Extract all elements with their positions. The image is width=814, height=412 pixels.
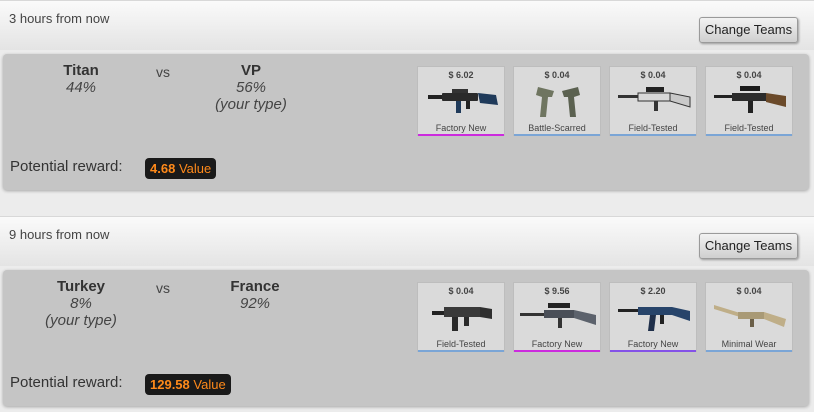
team-percent: 44% — [65, 79, 97, 96]
match-time: 9 hours from now — [9, 227, 110, 242]
reward-value: 4.68 — [150, 161, 176, 176]
item-price: $ 6.02 — [448, 70, 474, 80]
vs-label: vs — [156, 64, 170, 80]
item-price: $ 2.20 — [640, 286, 666, 296]
shotgun-icon — [714, 305, 786, 327]
rarity-bar — [610, 350, 696, 352]
team-right[interactable]: France 92% — [195, 278, 315, 312]
smg-ump-icon — [432, 307, 492, 331]
team-note: (your type) — [215, 96, 287, 113]
rarity-bar — [418, 134, 504, 136]
reward-unit: Value — [193, 377, 226, 392]
item-wear: Factory New — [627, 339, 679, 349]
rarity-bar — [514, 350, 600, 352]
dual-pistols-icon — [536, 87, 580, 117]
match-block: 3 hours from now Change Teams Titan 44% … — [0, 0, 814, 190]
item-price: $ 0.04 — [736, 286, 762, 296]
team-left[interactable]: Turkey 8% (your type) — [21, 278, 141, 329]
item-price: $ 0.04 — [640, 70, 666, 80]
team-percent: 92% — [239, 295, 271, 312]
match-header: 9 hours from now Change Teams — [0, 216, 814, 266]
item-wear: Factory New — [435, 123, 487, 133]
rarity-bar — [610, 134, 696, 136]
change-teams-button[interactable]: Change Teams — [699, 233, 798, 259]
team-right[interactable]: VP 56% (your type) — [191, 62, 311, 113]
rarity-bar — [706, 134, 792, 136]
match-card: Titan 44% vs VP 56% (your type) Potentia… — [3, 54, 809, 190]
team-percent: 56% — [235, 79, 267, 96]
team-percent: 8% — [70, 295, 92, 312]
item-card[interactable]: $ 0.04 Field-Tested — [609, 66, 697, 136]
ak47-rifle-icon — [618, 307, 690, 331]
item-price: $ 9.56 — [544, 286, 570, 296]
reward-value: 129.58 — [150, 377, 190, 392]
item-price: $ 0.04 — [448, 286, 474, 296]
item-card[interactable]: $ 0.04 Field-Tested — [705, 66, 793, 136]
item-wear: Minimal Wear — [721, 339, 777, 349]
awp-sniper-icon — [520, 303, 596, 328]
team-note: (your type) — [45, 312, 117, 329]
item-card[interactable]: $ 2.20 Factory New — [609, 282, 697, 352]
auto-sniper-icon — [714, 86, 786, 113]
item-card[interactable]: $ 0.04 Field-Tested — [417, 282, 505, 352]
item-card[interactable]: $ 0.04 Minimal Wear — [705, 282, 793, 352]
item-price: $ 0.04 — [544, 70, 570, 80]
rarity-bar — [514, 134, 600, 136]
rifle-m4a1s-icon — [428, 89, 498, 113]
item-card[interactable]: $ 0.04 Battle-Scarred — [513, 66, 601, 136]
item-card[interactable]: $ 6.02 Factory New — [417, 66, 505, 136]
match-card: Turkey 8% (your type) vs France 92% Pote… — [3, 270, 809, 406]
team-name: France — [230, 278, 280, 295]
change-teams-button[interactable]: Change Teams — [699, 17, 798, 43]
item-wear: Field-Tested — [628, 123, 678, 133]
item-card[interactable]: $ 9.56 Factory New — [513, 282, 601, 352]
rarity-bar — [418, 350, 504, 352]
reward-badge: 4.68 Value — [145, 158, 217, 179]
team-name: Titan — [63, 62, 99, 79]
item-price: $ 0.04 — [736, 70, 762, 80]
reward-label: Potential reward: — [10, 374, 123, 391]
rarity-bar — [706, 350, 792, 352]
item-wear: Factory New — [531, 339, 583, 349]
vs-label: vs — [156, 280, 170, 296]
team-left[interactable]: Titan 44% — [21, 62, 141, 96]
match-block: 9 hours from now Change Teams Turkey 8% … — [0, 216, 814, 406]
team-name: Turkey — [56, 278, 106, 295]
match-header: 3 hours from now Change Teams — [0, 0, 814, 50]
reward-badge: 129.58 Value — [145, 374, 231, 395]
item-wear: Battle-Scarred — [528, 123, 586, 133]
reward-label: Potential reward: — [10, 158, 123, 175]
item-wear: Field-Tested — [724, 123, 774, 133]
team-name: VP — [240, 62, 261, 79]
match-time: 3 hours from now — [9, 11, 110, 26]
item-wear: Field-Tested — [436, 339, 486, 349]
sniper-rifle-icon — [618, 87, 691, 111]
reward-unit: Value — [178, 161, 212, 176]
